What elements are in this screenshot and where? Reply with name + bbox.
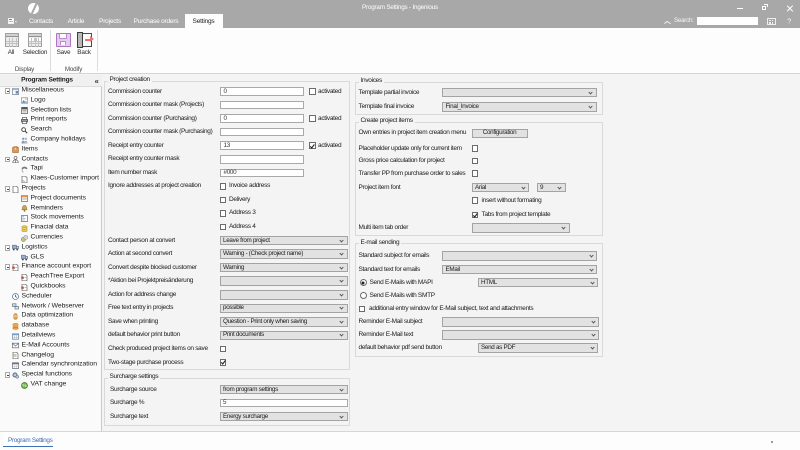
svg-text:%: % <box>22 383 26 388</box>
